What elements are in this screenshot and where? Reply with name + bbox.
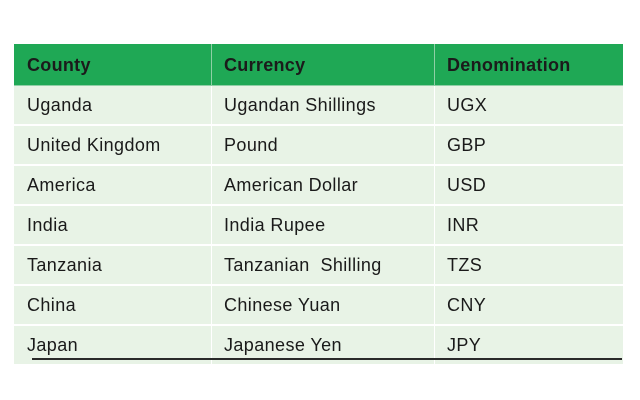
cell-denomination: TZS (434, 244, 623, 286)
cell-currency: American Dollar (211, 164, 435, 206)
cell-denomination: CNY (434, 284, 623, 326)
cell-currency: India Rupee (211, 204, 435, 246)
column-header-denomination: Denomination (434, 44, 623, 86)
column-header-currency: Currency (211, 44, 435, 86)
currency-table: County Currency Denomination Uganda Ugan… (14, 44, 623, 364)
cell-currency: Ugandan Shillings (211, 85, 435, 126)
cell-denomination: USD (434, 164, 623, 206)
cell-country: China (14, 284, 212, 326)
cell-denomination: UGX (434, 85, 623, 126)
cell-country: United Kingdom (14, 124, 212, 166)
table-row: Uganda Ugandan Shillings UGX (14, 85, 623, 126)
column-header-county: County (14, 44, 212, 86)
table-bottom-rule (32, 358, 622, 360)
cell-currency: Chinese Yuan (211, 284, 435, 326)
table-row: Tanzania Tanzanian Shilling TZS (14, 244, 623, 286)
table-row: China Chinese Yuan CNY (14, 284, 623, 326)
table-header-row: County Currency Denomination (14, 44, 623, 86)
table-row: America American Dollar USD (14, 164, 623, 206)
currency-table-container: County Currency Denomination Uganda Ugan… (14, 44, 623, 364)
cell-country: America (14, 164, 212, 206)
table-row: United Kingdom Pound GBP (14, 124, 623, 166)
cell-country: Uganda (14, 85, 212, 126)
cell-currency: Tanzanian Shilling (211, 244, 435, 286)
cell-denomination: INR (434, 204, 623, 246)
cell-country: Tanzania (14, 244, 212, 286)
cell-currency: Pound (211, 124, 435, 166)
cell-denomination: GBP (434, 124, 623, 166)
cell-country: India (14, 204, 212, 246)
table-row: India India Rupee INR (14, 204, 623, 246)
